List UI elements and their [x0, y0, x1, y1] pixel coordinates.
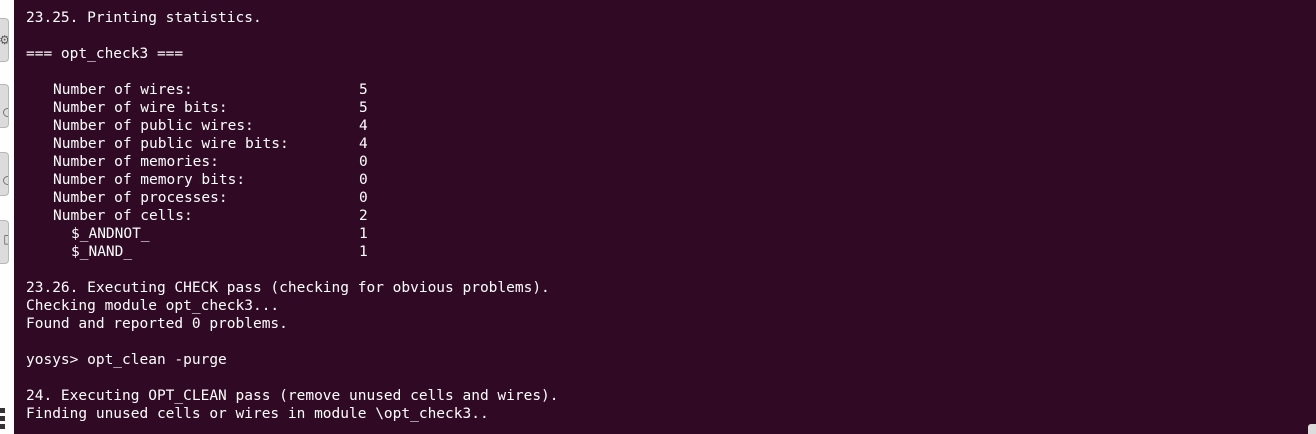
terminal-line: === opt_check3 === [26, 46, 184, 62]
terminal-line: Found and reported 0 problems. [26, 316, 288, 332]
statistic-label: Number of wires: [53, 82, 193, 98]
terminal-line: 23.25. Printing statistics. [26, 10, 262, 26]
statistic-label: Number of memory bits: [53, 172, 246, 188]
settings-app-icon[interactable]: ⚙ [0, 18, 9, 62]
drive-app-icon[interactable] [0, 152, 9, 196]
show-apps-icon[interactable] [0, 408, 6, 432]
statistic-label: $_ANDNOT_ [71, 226, 150, 242]
statistic-value: 0 [359, 172, 368, 188]
statistic-label: $_NAND_ [71, 244, 133, 260]
dock: ⚙ ▯ [0, 0, 14, 434]
statistic-row: Number of processes: 0 [26, 189, 559, 207]
statistic-row: Number of public wires: 4 [26, 117, 559, 135]
statistic-label: Number of wire bits: [53, 100, 228, 116]
terminal-line: Finding unused cells or wires in module … [26, 406, 489, 422]
statistic-label: Number of memories: [53, 154, 219, 170]
terminal-line: 24. Executing OPT_CLEAN pass (remove unu… [26, 388, 559, 404]
statistic-row: Number of public wire bits: 4 [26, 135, 559, 153]
statistic-row: Number of wire bits: 5 [26, 99, 559, 117]
drive-icon [3, 176, 8, 185]
statistic-value: 1 [359, 226, 368, 242]
statistic-label: Number of public wire bits: [53, 136, 289, 152]
statistic-value: 5 [359, 100, 368, 116]
statistic-value: 4 [359, 118, 368, 134]
statistic-value: 4 [359, 136, 368, 152]
statistic-label: Number of public wires: [53, 118, 254, 134]
statistic-row: Number of cells: 2 [26, 207, 559, 225]
statistic-value: 0 [359, 154, 368, 170]
statistic-value: 5 [359, 82, 368, 98]
statistic-label: Number of processes: [53, 190, 228, 206]
statistic-label: Number of cells: [53, 208, 193, 224]
terminal-window[interactable]: 23.25. Printing statistics. === opt_check… [14, 0, 1316, 434]
statistic-value: 2 [359, 208, 368, 224]
terminal-line: 23.26. Executing CHECK pass (checking fo… [26, 280, 550, 296]
scrollbar-handle[interactable] [1308, 424, 1316, 434]
statistic-row: Number of wires: 5 [26, 81, 559, 99]
statistic-row: Number of memories: 0 [26, 153, 559, 171]
statistic-value: 1 [359, 244, 368, 260]
terminal-output: 23.25. Printing statistics. === opt_check… [26, 9, 559, 423]
terminal-line: yosys> opt_clean -purge [26, 352, 227, 368]
disk-app-icon[interactable] [0, 84, 9, 128]
document-app-icon[interactable]: ▯ [0, 220, 9, 264]
cell-type-row: $_NAND_ 1 [26, 243, 559, 261]
disk-icon [3, 108, 8, 117]
document-icon: ▯ [3, 233, 8, 245]
terminal-line: Checking module opt_check3... [26, 298, 280, 314]
statistic-value: 0 [359, 190, 368, 206]
gear-icon: ⚙ [0, 34, 8, 46]
statistic-row: Number of memory bits: 0 [26, 171, 559, 189]
cell-type-row: $_ANDNOT_ 1 [26, 225, 559, 243]
